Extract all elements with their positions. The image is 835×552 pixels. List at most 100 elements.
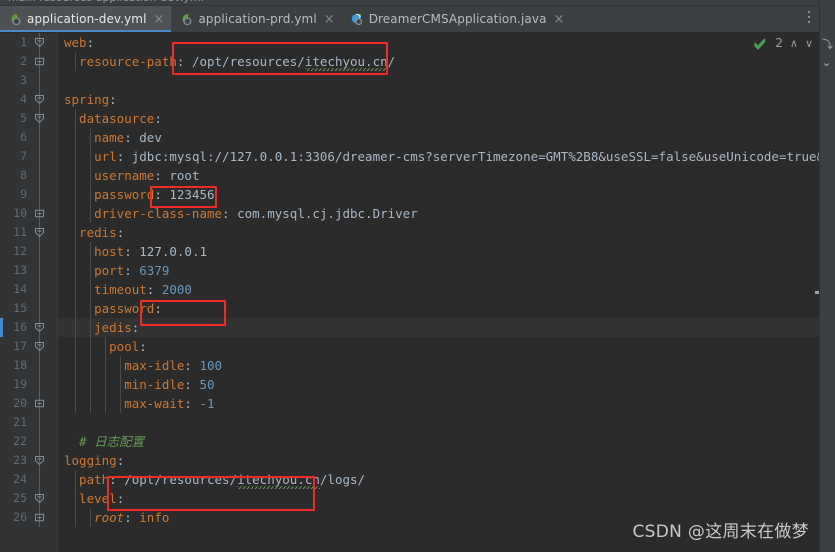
code-line[interactable]: # 日志配置 — [64, 432, 144, 451]
code-line[interactable]: resource-path: /opt/resources/itechyou.c… — [64, 52, 395, 73]
code-token: password — [64, 301, 155, 316]
fold-collapse-icon[interactable] — [34, 109, 45, 128]
collapse-icon[interactable]: ⤵ — [822, 36, 833, 52]
code-content[interactable]: web: resource-path: /opt/resources/itech… — [58, 33, 819, 552]
code-token: : — [86, 35, 95, 50]
code-token: com.mysql.cj.jdbc.Driver — [237, 206, 418, 221]
code-line[interactable]: level: — [64, 489, 124, 508]
fold-end-icon[interactable] — [34, 394, 45, 413]
code-token: logging — [64, 453, 117, 468]
code-token: host — [64, 244, 125, 259]
code-line[interactable]: max-wait: -1 — [64, 394, 214, 413]
code-line[interactable]: url: jdbc:mysql://127.0.0.1:3306/dreamer… — [64, 147, 819, 166]
code-line[interactable] — [64, 71, 72, 90]
fold-collapse-icon[interactable] — [34, 223, 45, 242]
line-number: 9 — [20, 187, 27, 201]
code-token: : — [124, 244, 140, 259]
line-number: 10 — [13, 206, 27, 220]
editor-tab-2[interactable]: application-prd.yml × — [171, 6, 341, 32]
code-token: /opt/resources/itechyou.cn/logs/ — [124, 472, 365, 491]
code-line[interactable]: root: info — [64, 508, 169, 527]
fold-collapse-icon[interactable] — [34, 90, 45, 109]
tab-close-icon[interactable]: × — [552, 13, 565, 26]
code-token: pool — [64, 339, 140, 354]
code-line[interactable]: host: 127.0.0.1 — [64, 242, 207, 261]
code-line[interactable]: min-idle: 50 — [64, 375, 215, 394]
code-line[interactable]: logging: — [64, 451, 124, 470]
code-token: level — [64, 491, 117, 506]
code-token: : — [124, 130, 140, 145]
line-number: 11 — [13, 225, 27, 239]
editor-tab-bar[interactable]: application-dev.yml × application-prd.yml ×… — [0, 6, 835, 32]
code-token: : — [184, 377, 200, 392]
editor-gutter[interactable]: 1 2 3 4 5 6 7 8 9 10 11 12 13 14 15 16 17 18 19 20 21 22 23 24 2… — [0, 33, 58, 552]
line-number: 6 — [20, 130, 27, 144]
tab-close-icon[interactable]: × — [152, 13, 165, 26]
code-token: 123456 — [169, 187, 215, 202]
code-line[interactable] — [64, 413, 72, 432]
editor-scrollbar[interactable] — [815, 33, 819, 552]
right-tool-strip[interactable]: ⤵ ⌄ — [819, 0, 835, 552]
line-number: 25 — [13, 491, 27, 505]
tab-label: DreamerCMSApplication.java — [368, 12, 547, 26]
code-token: password — [64, 187, 155, 202]
code-line[interactable]: path: /opt/resources/itechyou.cn/logs/ — [64, 470, 365, 491]
code-token: port — [64, 263, 125, 278]
line-number: 2 — [20, 54, 27, 68]
next-highlight-icon[interactable]: ∨ — [805, 38, 813, 49]
code-line[interactable]: password: 123456 — [64, 185, 215, 204]
code-line[interactable]: username: root — [64, 166, 199, 185]
code-token: : — [146, 282, 162, 297]
fold-collapse-icon[interactable] — [34, 451, 45, 470]
code-token: : — [109, 92, 117, 107]
code-line[interactable]: redis: — [64, 223, 124, 242]
code-token: : — [131, 320, 140, 335]
line-number: 17 — [13, 339, 27, 353]
line-number: 15 — [13, 301, 27, 315]
editor-tab-3[interactable]: DreamerCMSApplication.java × — [342, 6, 572, 32]
fold-collapse-icon[interactable] — [34, 337, 45, 356]
code-line[interactable]: name: dev — [64, 128, 162, 147]
line-number: 21 — [13, 415, 27, 429]
more-options-icon[interactable] — [803, 9, 815, 25]
line-number: 7 — [20, 149, 27, 163]
fold-end-icon[interactable] — [34, 52, 45, 71]
line-number: 22 — [13, 434, 27, 448]
previous-highlight-icon[interactable]: ∧ — [790, 38, 798, 49]
chevron-down-icon[interactable]: ⌄ — [822, 56, 831, 69]
code-token: : — [109, 472, 125, 487]
fold-collapse-icon[interactable] — [34, 489, 45, 508]
fold-collapse-icon[interactable] — [34, 318, 45, 337]
code-line[interactable]: timeout: 2000 — [64, 280, 192, 299]
code-token: : — [184, 396, 200, 411]
code-line[interactable]: jedis: — [64, 318, 139, 337]
code-line[interactable]: web: — [64, 33, 94, 52]
code-line[interactable]: driver-class-name: com.mysql.cj.jdbc.Dri… — [64, 204, 418, 223]
code-token: max-wait — [64, 396, 185, 411]
code-token: jdbc:mysql://127.0.0.1:3306/dreamer-cms?… — [131, 149, 819, 164]
tab-close-icon[interactable]: × — [322, 13, 335, 26]
code-token: url — [64, 149, 117, 164]
code-token: 50 — [199, 377, 215, 392]
code-token: jedis — [64, 320, 132, 335]
code-line[interactable]: spring: — [64, 90, 117, 109]
fold-end-icon[interactable] — [34, 204, 45, 223]
inspection-count: 2 — [775, 36, 783, 50]
line-number: 1 — [20, 35, 27, 49]
fold-collapse-icon[interactable] — [34, 33, 45, 52]
code-token: path — [64, 472, 110, 487]
code-line[interactable]: port: 6379 — [64, 261, 169, 280]
code-line[interactable]: datasource: — [64, 109, 162, 128]
tab-label: application-prd.yml — [198, 12, 317, 26]
code-line[interactable]: pool: — [64, 337, 147, 356]
code-line[interactable]: password: — [64, 299, 162, 318]
code-token: : — [124, 263, 140, 278]
code-token: : — [154, 168, 170, 183]
code-line[interactable]: max-idle: 100 — [64, 356, 222, 375]
code-token: resource-path — [64, 54, 177, 69]
fold-end-icon[interactable] — [34, 508, 45, 527]
code-editor[interactable]: 1 2 3 4 5 6 7 8 9 10 11 12 13 14 15 16 17 18 19 20 21 22 23 24 2… — [0, 33, 819, 552]
code-token: 2000 — [161, 282, 192, 297]
editor-tab-1[interactable]: application-dev.yml × — [0, 6, 172, 32]
inspection-status-widget[interactable]: 2 ∧ ∨ — [754, 34, 813, 52]
